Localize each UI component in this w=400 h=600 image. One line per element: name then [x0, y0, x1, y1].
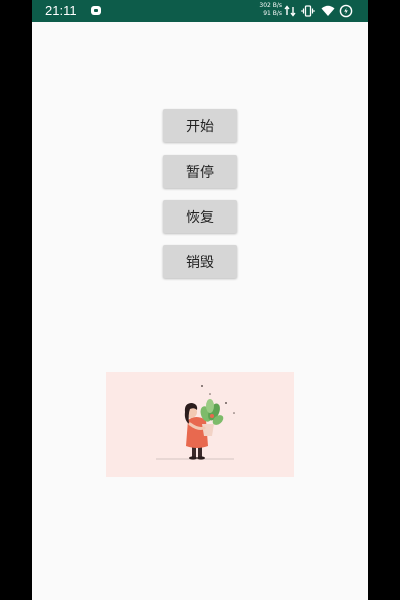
network-speed-up: 302 B/s — [259, 2, 282, 9]
network-speed-down: 91 B/s — [263, 10, 282, 17]
resume-button[interactable]: 恢复 — [163, 200, 237, 233]
main-content: 开始 暂停 恢复 销毁 — [32, 22, 368, 600]
girl-holding-plant-illustration — [106, 372, 294, 477]
status-bar: 21:11 302 B/s 91 B/s — [32, 0, 368, 22]
vibrate-icon — [301, 5, 315, 17]
start-button[interactable]: 开始 — [163, 109, 237, 142]
data-transfer-icon — [284, 5, 296, 17]
pause-button[interactable]: 暂停 — [163, 155, 237, 188]
wifi-icon — [321, 5, 335, 16]
notification-app-icon — [91, 6, 101, 15]
status-time: 21:11 — [45, 3, 77, 18]
battery-icon — [339, 4, 353, 18]
destroy-button[interactable]: 销毁 — [163, 245, 237, 278]
network-speed: 302 B/s 91 B/s — [252, 2, 282, 18]
illustration-drawing — [156, 385, 235, 460]
phone-screen: 21:11 302 B/s 91 B/s 开始 暂停 恢复 销毁 — [32, 0, 368, 600]
